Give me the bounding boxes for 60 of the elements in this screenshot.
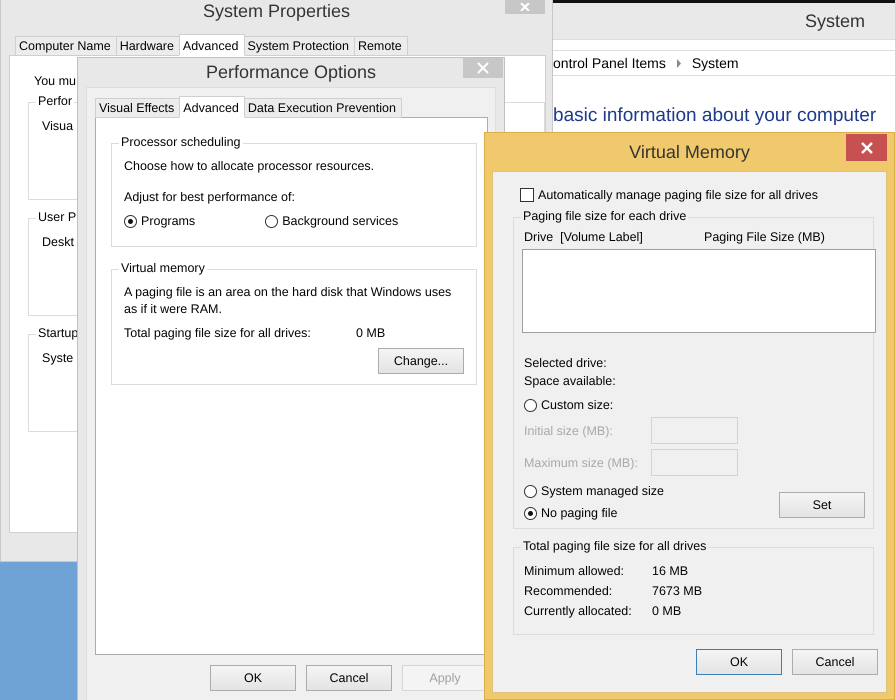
dialog-button[interactable]: OK [210,665,296,691]
column-header: Drive [Volume Label] [524,230,644,244]
group-title: User P [36,210,78,224]
page-heading: basic information about your computer [553,105,878,127]
field-label: Initial size (MB): [524,424,614,438]
group-title: Total paging file size for all drives [521,539,708,553]
close-icon [477,62,489,74]
total-label: Total paging file size for all drives: [124,326,312,340]
radio-option[interactable]: Background services [265,214,398,228]
tab[interactable]: Remote [354,36,408,56]
dialog-button[interactable]: Cancel [306,665,392,691]
group-title: Paging file size for each drive [521,209,688,223]
total-value: 16 MB [652,564,688,578]
breadcrumb-item[interactable]: System [692,55,739,71]
radio-option[interactable]: Programs [124,214,196,228]
window-title: System [804,10,865,32]
change-button[interactable]: Change... [378,348,464,374]
radio-option[interactable]: System managed size [524,484,664,498]
tab[interactable]: Advanced [178,34,244,56]
close-button[interactable] [846,134,887,161]
prompt-text: Adjust for best performance of: [124,189,296,206]
group-title: Perfor [36,94,74,108]
dialog-button[interactable]: Cancel [792,649,878,675]
tab[interactable]: System Protection [244,36,355,56]
field-label: Maximum size (MB): [524,456,639,470]
info-label: Space available: [524,373,617,390]
total-label: Currently allocated: [524,604,633,618]
radio-option[interactable]: Custom size: [524,398,614,412]
description-text: You mu [34,74,76,88]
tab[interactable]: Data Execution Prevention [244,98,402,118]
window-title: Virtual Memory [629,142,750,162]
dialog-button[interactable]: OK [696,649,782,675]
total-value: 7673 MB [652,584,702,598]
close-icon [860,142,872,154]
radio-option[interactable]: No paging file [524,506,618,520]
drive-list[interactable] [522,249,876,333]
group-title: Processor scheduling [119,135,243,149]
info-label: Selected drive: [524,355,608,372]
description-text: A paging file is an area on the hard disk that Windows uses as if it were RAM. [124,284,452,318]
description-text: Choose how to allocate processor resources. [124,158,376,175]
description-text: Deskt [42,235,74,249]
description-text: Syste [42,351,74,365]
tab[interactable]: Visual Effects [95,98,180,118]
checkbox-option[interactable]: Automatically manage paging file size for all drives [507,188,818,202]
breadcrumb-item[interactable]: ontrol Panel Items [553,55,666,71]
description-text: Visua [42,119,74,133]
column-header: Paging File Size (MB) [704,230,825,244]
tab[interactable]: Advanced [179,96,245,118]
total-label: Recommended: [524,584,614,598]
set-button[interactable]: Set [779,492,865,518]
tab[interactable]: Hardware [116,36,180,56]
total-value: 0 MB [356,326,386,340]
total-value: 0 MB [652,604,682,618]
tab[interactable]: Computer Name [15,36,117,56]
total-label: Minimum allowed: [524,564,626,578]
close-icon [519,3,531,11]
window-title: System Properties [202,0,350,22]
group-title: Virtual memory [119,261,207,275]
window-title: Performance Options [206,62,376,83]
chevron-right-icon [676,58,682,68]
